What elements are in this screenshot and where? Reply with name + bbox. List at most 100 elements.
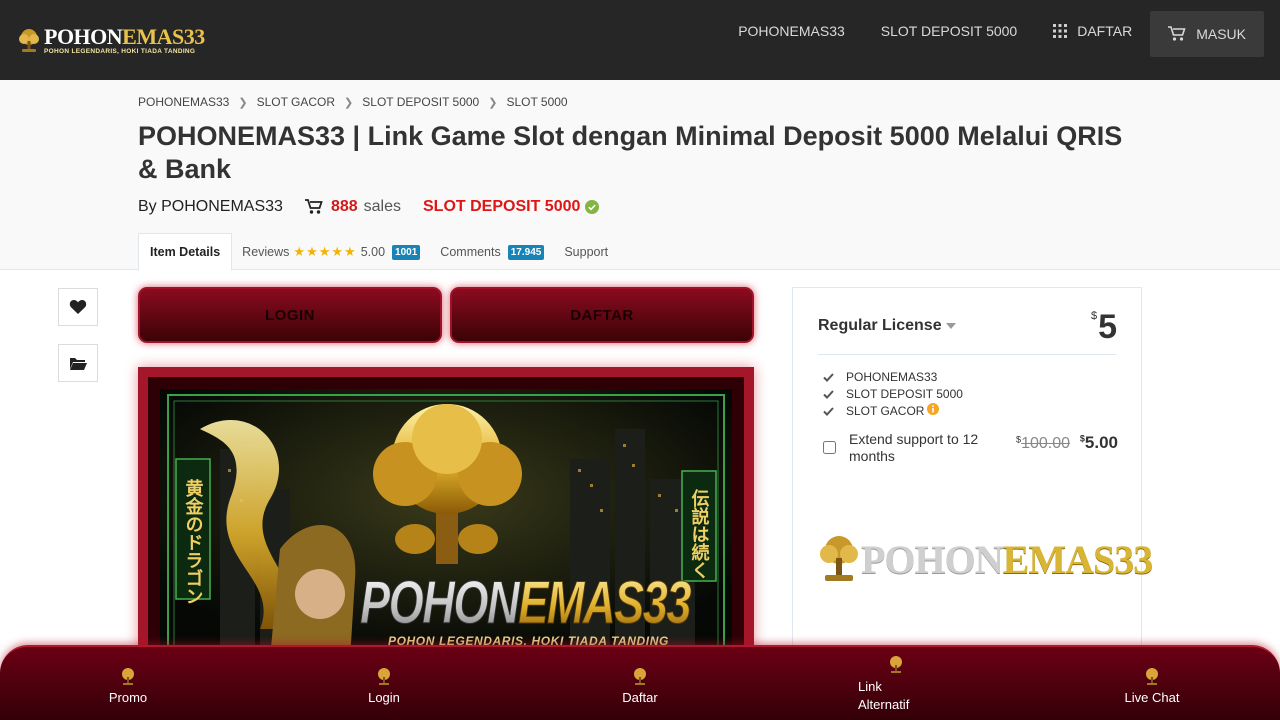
nav-label: SLOT DEPOSIT 5000: [880, 23, 1018, 39]
tree-logo-icon: [634, 668, 646, 685]
daftar-button-label: DAFTAR: [570, 306, 634, 324]
feature-label: SLOT DEPOSIT 5000: [846, 387, 963, 401]
extend-support-row: Extend support to 12 months $100.00 $5.0…: [823, 431, 1118, 465]
banner-right-text: 伝説は続く: [689, 488, 710, 579]
chevron-right-icon: ❯: [238, 96, 248, 109]
nav-item-slot-deposit[interactable]: SLOT DEPOSIT 5000: [863, 4, 1035, 58]
banner-left-text: 黄金のドラゴン: [183, 478, 205, 605]
chevron-right-icon: ❯: [344, 96, 354, 109]
star-rating-icon: ★★★★★: [293, 244, 357, 259]
logo-text-gold: EMAS33: [122, 24, 205, 49]
bottom-item-promo[interactable]: Promo: [78, 667, 178, 705]
heart-icon: [69, 300, 87, 314]
extend-support-checkbox[interactable]: [823, 441, 836, 454]
bottom-item-label: Promo: [108, 690, 148, 705]
price-value: 5: [1098, 308, 1117, 346]
tree-logo-icon: [820, 536, 858, 581]
add-to-collection-button[interactable]: [58, 344, 98, 382]
page-title: POHONEMAS33 | Link Game Slot dengan Mini…: [138, 121, 1123, 184]
license-feature: SLOT DEPOSIT 5000: [823, 387, 963, 401]
tree-logo-icon: [1146, 668, 1158, 685]
item-tabs: Item Details Reviews ★★★★★ 5.00 1001 Com…: [138, 233, 618, 271]
bottom-item-label: Daftar: [622, 690, 658, 705]
tree-logo-icon: [378, 668, 390, 685]
new-price: 5.00: [1084, 433, 1118, 452]
tab-label: Item Details: [150, 245, 221, 259]
feature-label: POHONEMAS33: [846, 370, 938, 384]
tab-item-details[interactable]: Item Details: [138, 233, 233, 271]
license-feature: POHONEMAS33: [823, 370, 937, 384]
nav-label: POHONEMAS33: [738, 23, 845, 39]
category-label[interactable]: SLOT DEPOSIT 5000: [423, 198, 580, 216]
favorite-button[interactable]: [58, 288, 98, 326]
tab-support[interactable]: Support: [554, 233, 618, 271]
site-logo[interactable]: POHONEMAS33 POHON LEGENDARIS, HOKI TIADA…: [16, 26, 205, 56]
old-price: 100.00: [1021, 435, 1070, 452]
sales-label: sales: [363, 198, 401, 215]
breadcrumb-link[interactable]: POHONEMAS33: [138, 95, 229, 109]
bottom-item-live-chat[interactable]: Live Chat: [1102, 667, 1202, 705]
card-logo-gold: EMAS33: [1002, 536, 1154, 582]
bottom-item-label: Login: [368, 690, 400, 705]
grid-icon: [1053, 24, 1068, 38]
reviews-count-badge: 1001: [392, 244, 421, 260]
check-icon: [823, 389, 834, 399]
promo-banner: 黄金のドラゴン 伝説は続く POHONEMAS33 POHON LEGENDAR…: [138, 367, 754, 659]
bottom-item-label: Link: [858, 679, 882, 694]
extend-support-prices: $100.00 $5.00: [1016, 433, 1118, 453]
verified-check-icon: [585, 200, 600, 214]
nav-label: DAFTAR: [1077, 23, 1133, 39]
nav-item-pohonemas33[interactable]: POHONEMAS33: [720, 4, 863, 58]
item-header: POHONEMAS33 ❯ SLOT GACOR ❯ SLOT DEPOSIT …: [0, 80, 1280, 271]
caret-down-icon: [945, 322, 956, 329]
check-icon: [823, 406, 834, 416]
cart-icon: [304, 199, 323, 214]
bottom-item-label: Alternatif: [858, 697, 910, 712]
breadcrumb-link[interactable]: SLOT DEPOSIT 5000: [362, 95, 479, 109]
card-logo: POHONEMAS33: [817, 534, 1154, 584]
info-icon[interactable]: [927, 403, 940, 415]
tab-reviews[interactable]: Reviews ★★★★★ 5.00 1001: [232, 233, 430, 271]
tree-logo-icon: [122, 668, 134, 685]
extend-support-label[interactable]: Extend support to 12 months: [849, 431, 994, 465]
license-price: $5: [1091, 308, 1117, 347]
login-button-label: LOGIN: [265, 306, 315, 324]
tree-logo-icon: [890, 656, 902, 673]
main-nav: POHONEMAS33 SLOT DEPOSIT 5000 DAFTAR MAS…: [720, 0, 1264, 62]
license-selector[interactable]: Regular License: [818, 317, 956, 335]
license-card: Regular License $5 POHONEMAS33 SLOT DEPO…: [792, 287, 1153, 657]
license-name: Regular License: [818, 317, 942, 334]
breadcrumb-link[interactable]: SLOT 5000: [506, 95, 567, 109]
nav-item-masuk[interactable]: MASUK: [1150, 11, 1264, 57]
banner-image: 黄金のドラゴン 伝説は続く POHONEMAS33 POHON LEGENDAR…: [160, 389, 732, 659]
svg-text:POHONEMAS33: POHONEMAS33: [360, 569, 691, 636]
bottom-item-login[interactable]: Login: [334, 667, 434, 705]
bottom-item-daftar[interactable]: Daftar: [590, 667, 690, 705]
comments-count-badge: 17.945: [507, 244, 545, 260]
tab-comments[interactable]: Comments 17.945: [430, 233, 554, 271]
bottom-item-label: Live Chat: [1124, 690, 1180, 705]
tab-label: Support: [564, 245, 609, 259]
bottom-nav-bar: Promo Login Daftar Link Alternatif Live …: [0, 645, 1280, 720]
logo-tagline: POHON LEGENDARIS, HOKI TIADA TANDING: [44, 48, 196, 55]
login-button[interactable]: LOGIN: [138, 287, 442, 343]
tab-label: Comments: [440, 245, 501, 259]
logo-text-white: POHON: [44, 24, 123, 49]
breadcrumb-link[interactable]: SLOT GACOR: [257, 95, 335, 109]
nav-item-daftar[interactable]: DAFTAR: [1035, 4, 1150, 58]
top-navbar: POHONEMAS33 POHON LEGENDARIS, HOKI TIADA…: [0, 0, 1280, 80]
tree-logo-icon: [19, 28, 39, 52]
license-feature: SLOT GACOR: [823, 403, 951, 418]
cart-icon: [1168, 26, 1186, 41]
daftar-button[interactable]: DAFTAR: [450, 287, 754, 343]
feature-label: SLOT GACOR: [846, 404, 925, 418]
rating-value: 5.00: [360, 245, 386, 259]
breadcrumb: POHONEMAS33 ❯ SLOT GACOR ❯ SLOT DEPOSIT …: [138, 95, 568, 109]
by-prefix: By: [138, 198, 157, 215]
author-link[interactable]: POHONEMAS33: [161, 198, 283, 216]
item-meta: By POHONEMAS33 888 sales SLOT DEPOSIT 50…: [138, 198, 600, 216]
currency-symbol: $: [1090, 310, 1098, 322]
chevron-right-icon: ❯: [488, 96, 498, 109]
bottom-item-link-alternatif[interactable]: Link Alternatif: [858, 655, 958, 714]
banner-logo-white: POHON: [360, 569, 521, 636]
